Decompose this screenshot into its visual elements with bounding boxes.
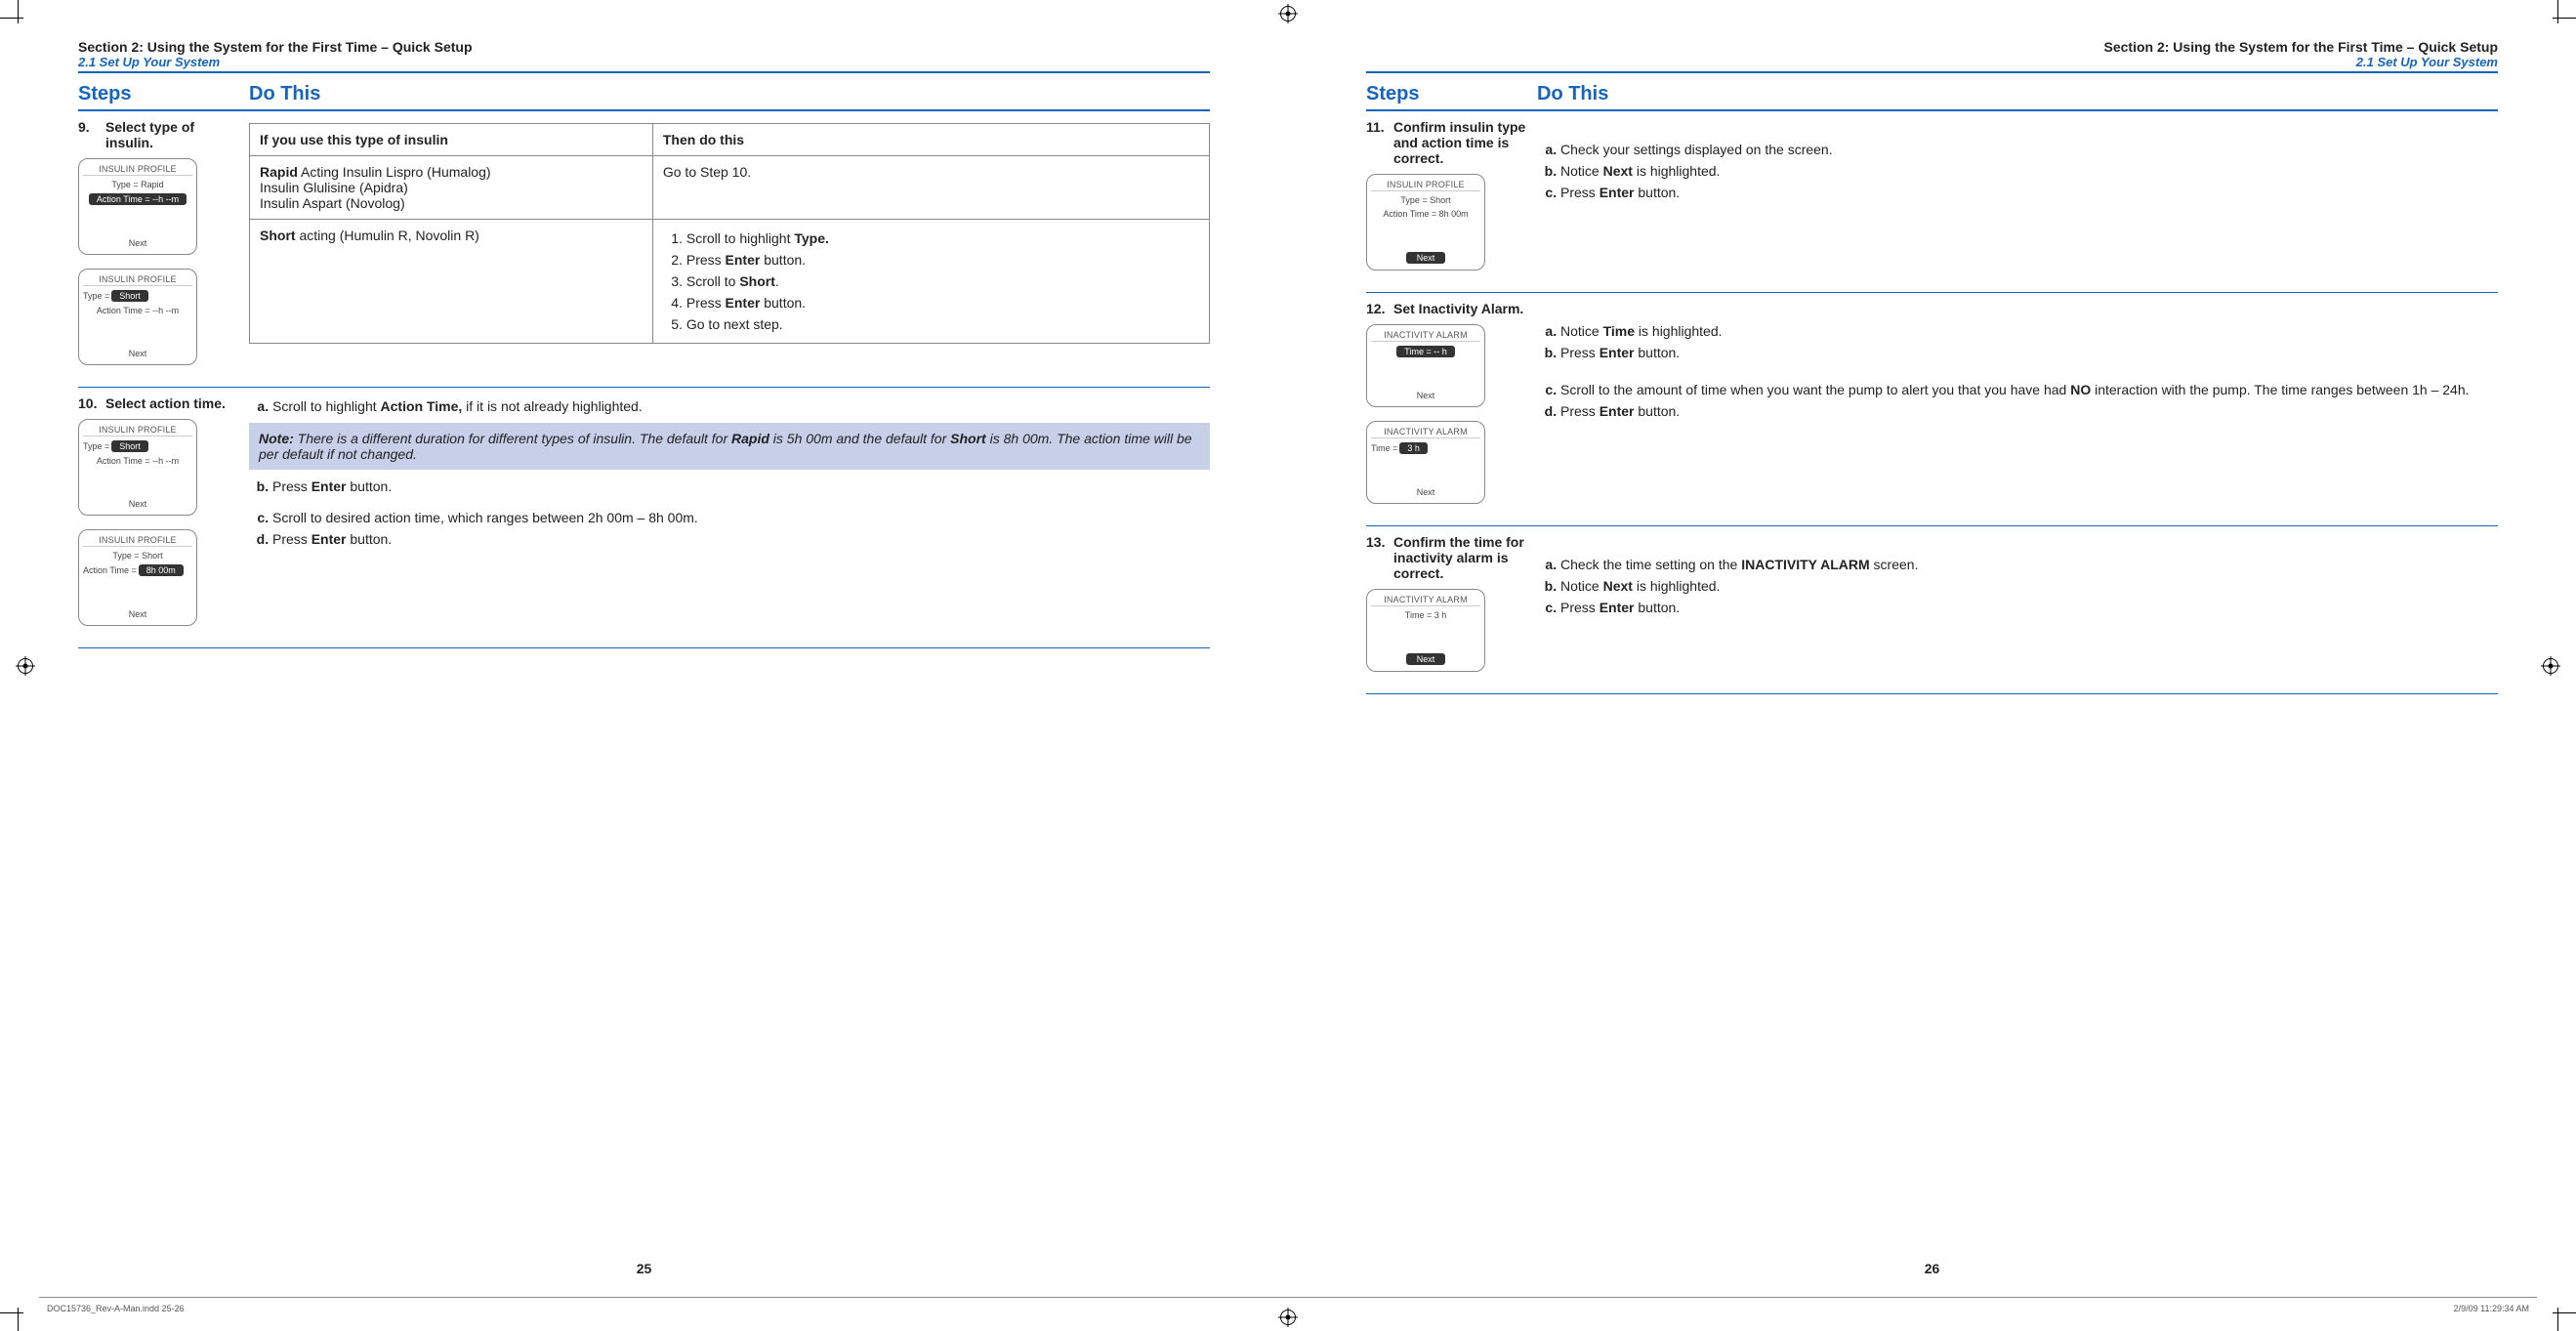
step-12: 12. Set Inactivity Alarm. INACTIVITY ALA… (1366, 293, 2498, 526)
col-steps-label: Steps (1366, 79, 1537, 109)
column-headers: Steps Do This (1366, 79, 2498, 111)
table-row: Rapid Acting Insulin Lispro (Humalog) In… (250, 156, 1210, 220)
th-insulin-type: If you use this type of insulin (250, 124, 653, 156)
step-title: 12. Set Inactivity Alarm. (1366, 301, 1527, 316)
step-title: 10. Select action time. (78, 395, 239, 411)
spread: Section 2: Using the System for the Firs… (0, 0, 2576, 1331)
section-subtitle: 2.1 Set Up Your System (78, 55, 1210, 69)
cell-short-steps: Scroll to highlight Type. Press Enter bu… (652, 220, 1209, 344)
step-13: 13. Confirm the time for inactivity alar… (1366, 526, 2498, 694)
device-screen: INACTIVITY ALARM Time =3 h Next (1366, 421, 1485, 504)
page-number: 25 (0, 1261, 1288, 1276)
page-25: Section 2: Using the System for the Firs… (0, 0, 1288, 1331)
device-screen: INSULIN PROFILE Type = Rapid Action Time… (78, 158, 197, 255)
substep-c: Scroll to desired action time, which ran… (272, 507, 1210, 528)
section-title: Section 2: Using the System for the Firs… (1366, 39, 2498, 55)
substep-c: Scroll to the amount of time when you wa… (1560, 379, 2498, 400)
device-screen: INSULIN PROFILE Type = Short Action Time… (1366, 174, 1485, 270)
insulin-table: If you use this type of insulin Then do … (249, 123, 1210, 344)
device-screen: INSULIN PROFILE Type = Short Action Time… (78, 529, 197, 626)
footer-divider (39, 1297, 2537, 1298)
device-screen: INACTIVITY ALARM Time = -- h Next (1366, 324, 1485, 407)
substep-a: Notice Time is highlighted. (1560, 320, 2498, 342)
step-title: 9. Select type of insulin. (78, 119, 239, 150)
substep-d: Press Enter button. (1560, 400, 2498, 422)
device-screen: INACTIVITY ALARM Time = 3 h Next (1366, 589, 1485, 672)
substep-a: Scroll to highlight Action Time, if it i… (272, 395, 1210, 417)
section-subtitle: 2.1 Set Up Your System (1366, 55, 2498, 69)
th-do-this: Then do this (652, 124, 1209, 156)
step-title: 11. Confirm insulin type and action time… (1366, 119, 1527, 166)
column-headers: Steps Do This (78, 79, 1210, 111)
substep-d: Press Enter button. (272, 528, 1210, 550)
substep-a: Check your settings displayed on the scr… (1560, 139, 2498, 160)
table-row: Short acting (Humulin R, Novolin R) Scro… (250, 220, 1210, 344)
footer-date: 2/9/09 11:29:34 AM (2454, 1304, 2529, 1313)
cell-short: Short acting (Humulin R, Novolin R) (250, 220, 653, 344)
divider (1366, 71, 2498, 73)
step-title: 13. Confirm the time for inactivity alar… (1366, 534, 1527, 581)
substep-c: Press Enter button. (1560, 182, 2498, 203)
cell-goto-10: Go to Step 10. (652, 156, 1209, 220)
step-9: 9. Select type of insulin. INSULIN PROFI… (78, 111, 1210, 388)
cell-rapid: Rapid Acting Insulin Lispro (Humalog) In… (250, 156, 653, 220)
page-number: 26 (1288, 1261, 2576, 1276)
substep-b: Notice Next is highlighted. (1560, 575, 2498, 597)
col-do-label: Do This (1537, 79, 2498, 109)
col-do-label: Do This (249, 79, 1210, 109)
substep-b: Notice Next is highlighted. (1560, 160, 2498, 182)
step-10: 10. Select action time. INSULIN PROFILE … (78, 388, 1210, 648)
divider (78, 71, 1210, 73)
device-screen: INSULIN PROFILE Type =Short Action Time … (78, 269, 197, 365)
substep-b: Press Enter button. (1560, 342, 2498, 363)
note-box: Note: There is a different duration for … (249, 423, 1210, 470)
footer-file: DOC15736_Rev-A-Man.indd 25-26 (47, 1304, 185, 1313)
substep-b: Press Enter button. (272, 476, 1210, 497)
device-screen: INSULIN PROFILE Type =Short Action Time … (78, 419, 197, 516)
step-11: 11. Confirm insulin type and action time… (1366, 111, 2498, 293)
substep-a: Check the time setting on the INACTIVITY… (1560, 554, 2498, 575)
substep-c: Press Enter button. (1560, 597, 2498, 618)
col-steps-label: Steps (78, 79, 249, 109)
section-title: Section 2: Using the System for the Firs… (78, 39, 1210, 55)
page-26: Section 2: Using the System for the Firs… (1288, 0, 2576, 1331)
